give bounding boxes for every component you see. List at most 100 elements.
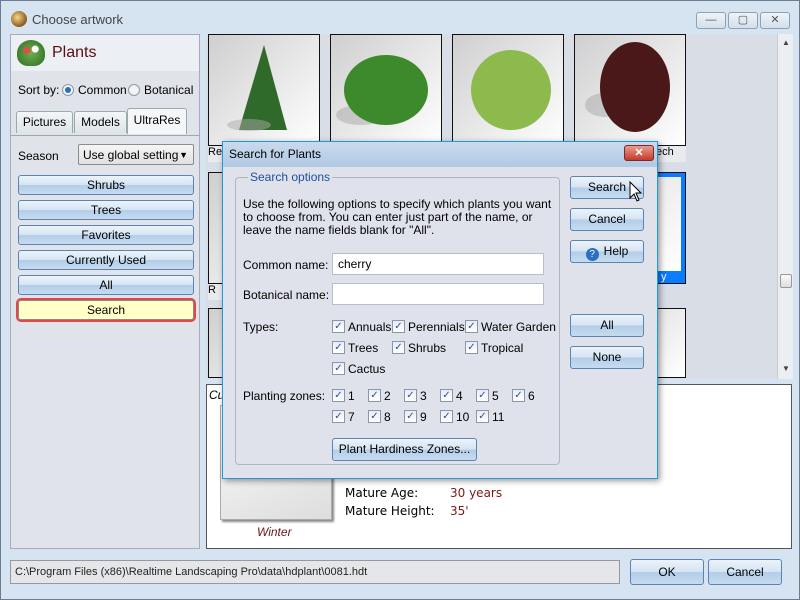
ultrares-tab-panel: Season Use global setting ▼ Shrubs Trees… [11,135,199,548]
zone-1-label[interactable]: 1 [348,389,355,403]
common-name-label: Common name: [243,258,329,272]
scroll-up-icon[interactable]: ▲ [782,38,790,47]
tab-ultrares[interactable]: UltraRes [127,108,187,134]
category-trees-button[interactable]: Trees [18,200,194,220]
preview-caption: Winter [257,525,292,539]
plants-title: Plants [52,44,97,61]
tab-pictures[interactable]: Pictures [16,111,73,133]
mouse-cursor-icon [629,181,643,202]
zone-3-label[interactable]: 3 [420,389,427,403]
trees-checkbox[interactable]: ✓ [332,341,345,354]
search-description: Use the following options to specify whi… [243,197,552,237]
scroll-down-icon[interactable]: ▼ [782,364,790,373]
select-all-button[interactable]: All [570,314,644,337]
zone-8-label[interactable]: 8 [384,410,391,424]
help-label: Help [603,244,629,258]
sort-common-label[interactable]: Common [78,83,127,97]
season-label: Season [18,149,59,163]
plants-header: Plants [11,35,199,71]
dialog-close-button[interactable]: ✕ [624,145,654,161]
season-value: Use global setting [83,148,179,162]
water-garden-label[interactable]: Water Garden [481,320,556,334]
sort-common-radio[interactable] [62,84,74,96]
types-label: Types: [243,320,279,334]
close-button[interactable]: ✕ [760,12,790,29]
property-label: Mature Age: [345,486,419,500]
zone-9-checkbox[interactable]: ✓ [404,410,417,423]
planting-zones-label: Planting zones: [243,389,326,403]
scrollbar-thumb[interactable] [780,274,792,288]
sort-botanical-radio[interactable] [128,84,140,96]
tab-models[interactable]: Models [74,111,127,133]
dialog-cancel-button[interactable]: Cancel [570,208,644,231]
shrubs-label[interactable]: Shrubs [408,341,446,355]
artwork-thumbnail[interactable] [574,34,686,146]
water-garden-checkbox[interactable]: ✓ [465,320,478,333]
shrubs-checkbox[interactable]: ✓ [392,341,405,354]
category-favorites-button[interactable]: Favorites [18,225,194,245]
search-options-title: Search options [248,170,333,184]
category-search-button[interactable]: Search [16,298,196,322]
cancel-button[interactable]: Cancel [708,559,782,585]
season-select[interactable]: Use global setting ▼ [78,144,194,165]
plants-panel: Plants Sort by: Common Botanical Season … [10,34,200,549]
tropical-label[interactable]: Tropical [481,341,523,355]
zone-10-checkbox[interactable]: ✓ [440,410,453,423]
tropical-checkbox[interactable]: ✓ [465,341,478,354]
common-name-input[interactable] [332,253,544,275]
help-button[interactable]: ? Help [570,240,644,263]
perennials-label[interactable]: Perennials [408,320,465,334]
cactus-checkbox[interactable]: ✓ [332,362,345,375]
zone-5-checkbox[interactable]: ✓ [476,389,489,402]
maximize-button[interactable]: ▢ [728,12,758,29]
trees-label[interactable]: Trees [348,341,378,355]
thumbnail-label: y [661,271,667,283]
perennials-checkbox[interactable]: ✓ [392,320,405,333]
sort-by-label: Sort by: [18,83,60,97]
chevron-down-icon: ▼ [179,150,188,160]
property-label: Mature Height: [345,504,435,518]
artwork-thumbnail[interactable] [330,34,442,146]
annuals-checkbox[interactable]: ✓ [332,320,345,333]
botanical-name-input[interactable] [332,283,544,305]
purple-tree-image [585,42,670,132]
zone-4-checkbox[interactable]: ✓ [440,389,453,402]
window-title: Choose artwork [32,12,124,27]
light-shrub-image [471,50,551,130]
thumbnail-label: ech [656,146,686,162]
cactus-label[interactable]: Cactus [348,362,385,376]
zone-2-checkbox[interactable]: ✓ [368,389,381,402]
plant-hardiness-zones-button[interactable]: Plant Hardiness Zones... [332,438,477,461]
zone-2-label[interactable]: 2 [384,389,391,403]
zone-3-checkbox[interactable]: ✓ [404,389,417,402]
plants-icon [17,40,45,66]
zone-11-checkbox[interactable]: ✓ [476,410,489,423]
ok-button[interactable]: OK [630,559,704,585]
zone-1-checkbox[interactable]: ✓ [332,389,345,402]
zone-6-label[interactable]: 6 [528,389,535,403]
category-shrubs-button[interactable]: Shrubs [18,175,194,195]
zone-8-checkbox[interactable]: ✓ [368,410,381,423]
zone-4-label[interactable]: 4 [456,389,463,403]
zone-9-label[interactable]: 9 [420,410,427,424]
minimize-button[interactable]: — [696,12,726,29]
annuals-label[interactable]: Annuals [348,320,391,334]
artwork-thumbnail[interactable] [208,34,320,146]
zone-7-checkbox[interactable]: ✓ [332,410,345,423]
select-none-button[interactable]: None [570,346,644,369]
category-all-button[interactable]: All [18,275,194,295]
zone-6-checkbox[interactable]: ✓ [512,389,525,402]
zone-5-label[interactable]: 5 [492,389,499,403]
zone-7-label[interactable]: 7 [348,410,355,424]
zone-11-label[interactable]: 11 [492,410,504,424]
category-currently-used-button[interactable]: Currently Used [18,250,194,270]
title-bar: Choose artwork — ▢ ✕ [1,1,799,35]
artwork-thumbnail[interactable] [452,34,564,146]
zone-10-label[interactable]: 10 [456,410,469,424]
conifer-tree-image [227,45,287,131]
dialog-title-bar: Search for Plants ✕ [223,142,657,167]
file-path-field: C:\Program Files (x86)\Realtime Landscap… [10,560,620,584]
sort-botanical-label[interactable]: Botanical [144,83,193,97]
gallery-scrollbar[interactable]: ▲ ▼ [777,34,793,379]
shrub-image [336,55,428,125]
